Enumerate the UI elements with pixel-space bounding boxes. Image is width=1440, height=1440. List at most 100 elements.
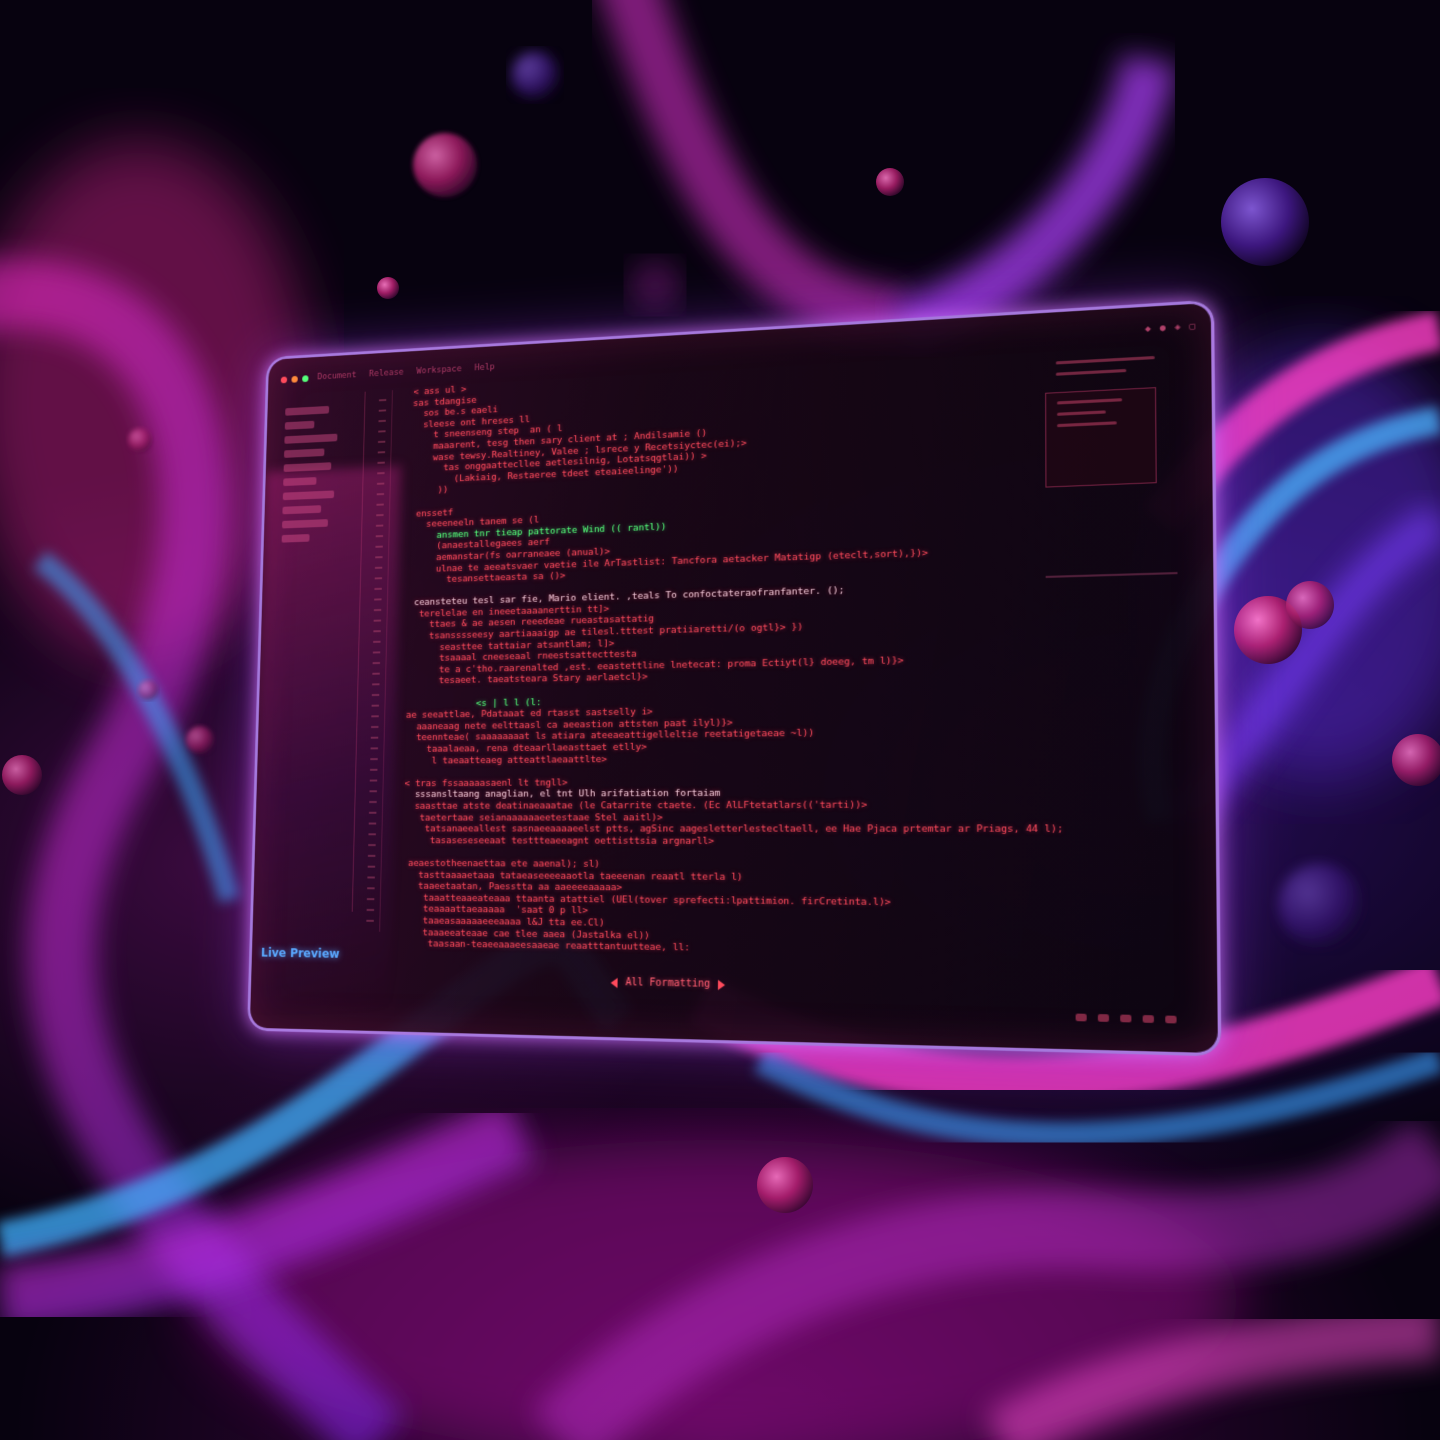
line-number-mark — [367, 876, 375, 879]
line-number-mark — [366, 919, 374, 922]
window-controls — [280, 374, 309, 383]
line-number-mark — [370, 768, 378, 771]
scene-background: Document Release Workspace Help ◆ ● ◈ ▢ — [0, 0, 1440, 1440]
menu-item[interactable]: Help — [474, 362, 494, 373]
line-number-mark — [375, 556, 383, 559]
line-number-mark — [378, 419, 386, 423]
status-icon[interactable] — [1165, 1015, 1177, 1024]
line-number-mark — [370, 736, 379, 739]
menu-item[interactable]: Release — [369, 368, 404, 379]
live-preview-label[interactable]: Live Preview — [261, 946, 340, 961]
line-number-mark — [371, 704, 379, 707]
line-number-mark — [366, 908, 375, 911]
sidebar-item[interactable] — [283, 462, 332, 472]
line-number-mark — [376, 493, 385, 496]
menu-item[interactable]: Workspace — [416, 364, 461, 376]
line-number-mark — [375, 535, 384, 538]
line-number-mark — [377, 461, 385, 464]
line-number-mark — [367, 854, 376, 857]
line-number-mark — [367, 865, 376, 868]
line-number-mark — [368, 811, 377, 814]
settings-icon[interactable]: ◆ — [1145, 324, 1151, 335]
pane-divider — [1045, 572, 1178, 578]
panel-wrap: Document Release Workspace Help ◆ ● ◈ ▢ — [0, 0, 1440, 1440]
code-line: tasaseseseeaat testtteaeeagnt oettisttsi… — [392, 835, 715, 847]
line-number-mark — [368, 833, 376, 836]
line-number-mark — [369, 779, 378, 782]
status-label: All Formatting — [625, 977, 711, 990]
sidebar-item[interactable] — [282, 490, 335, 501]
minimap-line — [1055, 355, 1155, 365]
minimap-line — [1055, 368, 1127, 376]
line-number-mark — [377, 440, 386, 443]
sidebar-item[interactable] — [285, 405, 330, 416]
menu-item[interactable]: Document — [317, 371, 356, 383]
minimize-dot-icon[interactable] — [291, 375, 298, 383]
line-number-mark — [371, 715, 379, 718]
line-number-mark — [373, 640, 381, 643]
outline-item[interactable] — [1057, 410, 1106, 416]
share-icon[interactable]: ◈ — [1175, 322, 1181, 333]
sidebar-item[interactable] — [281, 519, 328, 529]
line-number-mark — [372, 683, 380, 686]
outline-item[interactable] — [1056, 398, 1123, 405]
line-number-mark — [366, 898, 375, 901]
line-number-mark — [374, 566, 383, 569]
line-number-mark — [369, 801, 377, 804]
line-number-mark — [374, 577, 383, 580]
file-explorer-sidebar — [265, 391, 366, 912]
status-icon[interactable] — [1120, 1014, 1132, 1023]
status-icon[interactable] — [1097, 1014, 1110, 1022]
line-number-mark — [372, 662, 381, 665]
line-number-mark — [376, 514, 384, 517]
maximize-dot-icon[interactable] — [302, 374, 309, 382]
line-number-mark — [375, 545, 383, 548]
line-number-mark — [372, 651, 381, 654]
line-number-mark — [377, 451, 386, 454]
line-number-mark — [369, 790, 377, 793]
status-icons — [1075, 1013, 1177, 1024]
line-number-mark — [367, 887, 375, 890]
sidebar-item[interactable] — [283, 448, 325, 458]
menu-bar: Document Release Workspace Help — [317, 362, 495, 382]
sidebar-item[interactable] — [284, 433, 338, 444]
line-number-mark — [373, 608, 382, 612]
line-number-mark — [377, 472, 385, 475]
status-bar: All Formatting — [610, 977, 726, 991]
outline-item[interactable] — [1057, 421, 1117, 428]
line-number-mark — [370, 758, 378, 761]
line-number-mark — [373, 630, 381, 633]
status-icon[interactable] — [1142, 1015, 1154, 1023]
line-number-mark — [371, 693, 380, 697]
sidebar-item[interactable] — [281, 534, 310, 543]
status-icon[interactable] — [1075, 1013, 1087, 1022]
code-line: taetertaae seianaaaaaaeetestaae Stel aai… — [392, 811, 663, 824]
line-number-mark — [370, 747, 378, 750]
user-icon[interactable]: ● — [1160, 323, 1166, 334]
line-number-mark — [376, 482, 385, 485]
line-number-mark — [376, 503, 384, 506]
code-content[interactable]: < ass ul > sas tdangise sos be.s eaeli s… — [390, 347, 1127, 972]
line-number-mark — [375, 524, 384, 527]
line-number-mark — [378, 399, 387, 402]
next-arrow-icon[interactable] — [718, 979, 726, 990]
prev-arrow-icon[interactable] — [610, 977, 618, 988]
line-number-mark — [368, 822, 377, 825]
line-number-mark — [373, 619, 382, 622]
line-number-mark — [374, 587, 382, 590]
sidebar-item[interactable] — [283, 477, 317, 487]
toolbar-icons: ◆ ● ◈ ▢ — [1145, 321, 1195, 334]
line-number-mark — [374, 598, 382, 601]
line-number-mark — [368, 844, 376, 847]
line-number-mark — [378, 430, 386, 433]
layout-icon[interactable]: ▢ — [1189, 321, 1195, 332]
code-line: tatsanaeeallest sasnaeeaaaaeelst ptts, a… — [392, 823, 1064, 836]
line-number-mark — [372, 672, 380, 675]
line-number-mark — [378, 409, 387, 412]
sidebar-item[interactable] — [284, 420, 315, 430]
close-dot-icon[interactable] — [280, 376, 288, 383]
code-editor-window: Document Release Workspace Help ◆ ● ◈ ▢ — [247, 299, 1222, 1057]
sidebar-item[interactable] — [282, 505, 321, 515]
line-number-mark — [371, 725, 379, 729]
outline-panel — [1045, 387, 1157, 488]
